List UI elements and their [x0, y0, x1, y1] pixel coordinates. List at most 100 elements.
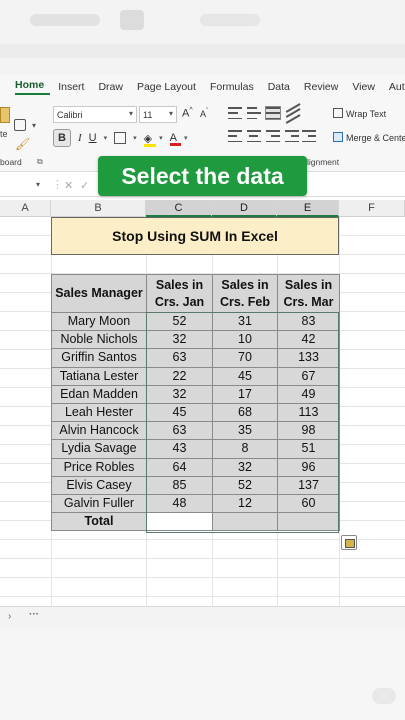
- orientation-icon[interactable]: [285, 103, 301, 123]
- sales-value-cell[interactable]: 68: [212, 402, 278, 423]
- decrease-font-size-button[interactable]: Aˇ: [200, 108, 208, 119]
- sales-value-cell[interactable]: 45: [146, 402, 213, 423]
- font-size-select[interactable]: 11 ▾: [139, 106, 177, 123]
- chevron-down-icon[interactable]: ▾: [184, 134, 188, 142]
- align-left-icon[interactable]: [228, 130, 242, 142]
- copy-icon[interactable]: [14, 119, 26, 131]
- tab-formulas[interactable]: Formulas: [210, 81, 260, 93]
- sales-value-cell[interactable]: 52: [212, 475, 278, 495]
- sales-value-cell[interactable]: 83: [277, 311, 340, 332]
- cancel-icon[interactable]: ✕: [64, 179, 73, 192]
- sales-value-cell[interactable]: 42: [277, 330, 340, 350]
- manager-name-cell[interactable]: Alvin Hancock: [51, 421, 147, 441]
- enter-check-icon[interactable]: ✓: [80, 179, 89, 192]
- tab-insert[interactable]: Insert: [58, 81, 90, 93]
- font-color-button[interactable]: A: [169, 132, 182, 146]
- sales-value-cell[interactable]: 12: [212, 493, 278, 514]
- sales-value-cell[interactable]: 137: [277, 475, 340, 495]
- total-feb-cell[interactable]: [212, 512, 278, 532]
- manager-name-cell[interactable]: Mary Moon: [51, 311, 147, 332]
- sales-value-cell[interactable]: 52: [146, 311, 213, 332]
- chevron-down-icon[interactable]: ▾: [159, 134, 163, 142]
- fill-color-icon[interactable]: ◈: [143, 132, 157, 147]
- sales-value-cell[interactable]: 32: [146, 330, 213, 350]
- sales-value-cell[interactable]: 98: [277, 421, 340, 441]
- sales-value-cell[interactable]: 32: [212, 457, 278, 477]
- table-header-cell[interactable]: Sales Manager: [51, 274, 147, 313]
- manager-name-cell[interactable]: Tatiana Lester: [51, 366, 147, 386]
- sales-value-cell[interactable]: 35: [212, 421, 278, 441]
- tab-home[interactable]: Home: [15, 79, 51, 95]
- sales-value-cell[interactable]: 60: [277, 493, 340, 514]
- increase-indent-icon[interactable]: [302, 130, 316, 142]
- manager-name-cell[interactable]: Noble Nichols: [51, 330, 147, 350]
- sales-value-cell[interactable]: 49: [277, 384, 340, 404]
- table-header-cell[interactable]: Sales in Crs. Feb: [212, 274, 278, 313]
- sales-value-cell[interactable]: 22: [146, 366, 213, 386]
- sheet-nav-icon[interactable]: ›: [8, 611, 11, 622]
- decrease-indent-icon[interactable]: [285, 130, 299, 142]
- sales-value-cell[interactable]: 133: [277, 348, 340, 368]
- wrap-text-button[interactable]: Wrap Text: [333, 108, 386, 119]
- sales-value-cell[interactable]: 96: [277, 457, 340, 477]
- sales-value-cell[interactable]: 32: [146, 384, 213, 404]
- format-painter-icon[interactable]: 🖌: [15, 137, 30, 151]
- sales-value-cell[interactable]: 17: [212, 384, 278, 404]
- align-center-icon[interactable]: [247, 130, 261, 142]
- table-header-cell[interactable]: Sales in Crs. Mar: [277, 274, 340, 313]
- sales-value-cell[interactable]: 31: [212, 311, 278, 332]
- manager-name-cell[interactable]: Elvis Casey: [51, 475, 147, 495]
- sales-value-cell[interactable]: 70: [212, 348, 278, 368]
- sales-value-cell[interactable]: 45: [212, 366, 278, 386]
- chevron-down-icon[interactable]: ▾: [133, 134, 137, 142]
- table-header-cell[interactable]: Sales in Crs. Jan: [146, 274, 213, 313]
- manager-name-cell[interactable]: Edan Madden: [51, 384, 147, 404]
- chevron-down-icon[interactable]: ▾: [32, 121, 36, 130]
- paste-label[interactable]: te: [0, 129, 8, 139]
- paste-icon[interactable]: [0, 107, 10, 123]
- manager-name-cell[interactable]: Galvin Fuller: [51, 493, 147, 514]
- sales-value-cell[interactable]: 63: [146, 348, 213, 368]
- align-right-icon[interactable]: [266, 130, 280, 142]
- total-mar-cell[interactable]: [277, 512, 340, 532]
- italic-button[interactable]: I: [78, 132, 82, 144]
- sales-value-cell[interactable]: 48: [146, 493, 213, 514]
- manager-name-cell[interactable]: Griffin Santos: [51, 348, 147, 368]
- quick-analysis-icon[interactable]: [341, 535, 357, 550]
- tab-page-layout[interactable]: Page Layout: [137, 81, 202, 93]
- sales-value-cell[interactable]: 63: [146, 421, 213, 441]
- sales-value-cell[interactable]: 51: [277, 439, 340, 459]
- manager-name-cell[interactable]: Lydia Savage: [51, 439, 147, 459]
- column-header-a[interactable]: A: [0, 200, 51, 217]
- sales-value-cell[interactable]: 43: [146, 439, 213, 459]
- underline-button[interactable]: U: [89, 132, 97, 144]
- sales-value-cell[interactable]: 67: [277, 366, 340, 386]
- sheet-title-cell[interactable]: Stop Using SUM In Excel: [51, 217, 339, 255]
- column-header-d[interactable]: D: [212, 200, 277, 217]
- chevron-down-icon[interactable]: ▾: [104, 134, 108, 142]
- tab-data[interactable]: Data: [268, 81, 296, 93]
- more-sheets-icon[interactable]: ···: [29, 609, 39, 620]
- sales-value-cell[interactable]: 113: [277, 402, 340, 423]
- bold-button[interactable]: B: [53, 129, 71, 147]
- sales-value-cell[interactable]: 85: [146, 475, 213, 495]
- total-jan-cell[interactable]: [146, 512, 213, 532]
- total-label-cell[interactable]: Total: [51, 512, 147, 532]
- manager-name-cell[interactable]: Leah Hester: [51, 402, 147, 423]
- manager-name-cell[interactable]: Price Robles: [51, 457, 147, 477]
- sales-value-cell[interactable]: 10: [212, 330, 278, 350]
- sales-value-cell[interactable]: 8: [212, 439, 278, 459]
- name-box-chevron-icon[interactable]: ▾: [36, 180, 40, 189]
- align-middle-icon[interactable]: [247, 107, 261, 119]
- increase-font-size-button[interactable]: A^: [182, 107, 193, 120]
- align-bottom-icon[interactable]: [265, 106, 281, 120]
- merge-center-button[interactable]: Merge & Cente: [333, 132, 405, 143]
- dialog-launcher-icon[interactable]: ⧉: [37, 157, 43, 167]
- sales-value-cell[interactable]: 64: [146, 457, 213, 477]
- tab-review[interactable]: Review: [304, 81, 344, 93]
- column-header-f[interactable]: F: [339, 200, 405, 217]
- column-header-e[interactable]: E: [277, 200, 339, 217]
- font-name-select[interactable]: Calibri ▾: [53, 106, 137, 123]
- borders-icon[interactable]: [114, 132, 127, 144]
- align-top-icon[interactable]: [228, 107, 242, 119]
